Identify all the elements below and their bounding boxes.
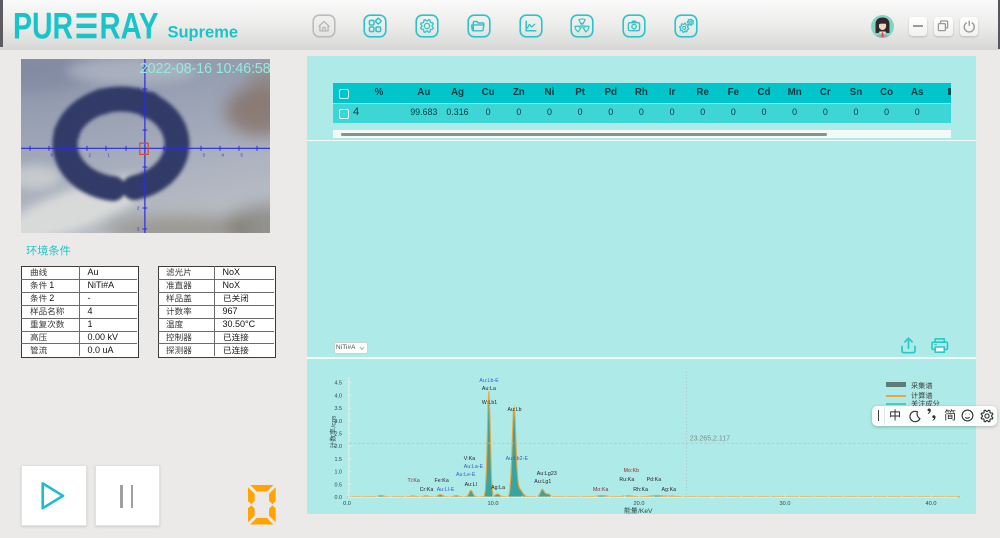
svg-text:10.0: 10.0: [488, 501, 499, 507]
svg-text:/KeV: /KeV: [638, 508, 653, 515]
svg-text:/cps: /cps: [331, 415, 338, 428]
svg-text:0.5: 0.5: [335, 482, 343, 488]
svg-text:0.0: 0.0: [335, 495, 343, 501]
svg-text:4.5: 4.5: [335, 381, 343, 387]
svg-text:0.0: 0.0: [343, 501, 351, 507]
svg-text:4.0: 4.0: [335, 393, 343, 399]
svg-text:23.265,2.117: 23.265,2.117: [690, 436, 730, 443]
svg-text:40.0: 40.0: [926, 501, 937, 507]
svg-text:30.0: 30.0: [780, 501, 791, 507]
svg-text:1.5: 1.5: [335, 457, 343, 463]
svg-text:1.0: 1.0: [335, 470, 343, 476]
